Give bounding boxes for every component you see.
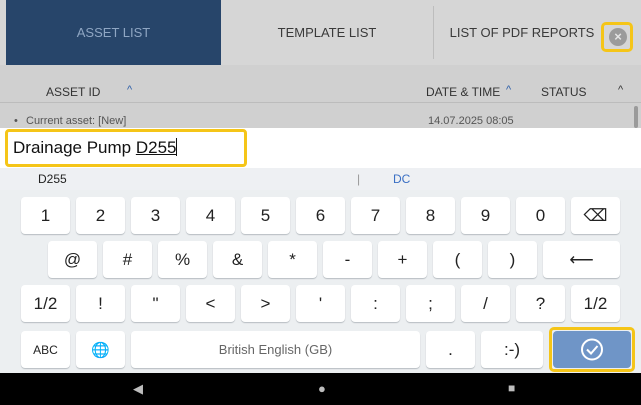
key-exclamation[interactable]: ! — [76, 285, 125, 322]
key-semicolon[interactable]: ; — [406, 285, 455, 322]
partial-row-label: Current asset: [New] — [26, 115, 127, 127]
globe-icon[interactable]: 🌐 — [76, 331, 125, 368]
suggestion-separator: | — [357, 172, 361, 186]
key-percent[interactable]: % — [158, 241, 207, 278]
key-question[interactable]: ? — [516, 285, 565, 322]
asset-name-input[interactable]: Drainage Pump D255 — [5, 129, 247, 167]
key-close-paren[interactable]: ) — [488, 241, 537, 278]
key-apostrophe[interactable]: ' — [296, 285, 345, 322]
enter-icon[interactable]: ⟵ — [543, 241, 620, 278]
column-asset-id[interactable]: ASSET ID — [46, 85, 100, 99]
sort-up-icon[interactable]: ^ — [506, 84, 511, 96]
key-asterisk[interactable]: * — [268, 241, 317, 278]
key-quote[interactable]: " — [131, 285, 180, 322]
suggestion-right[interactable]: DC — [393, 172, 410, 186]
key-8[interactable]: 8 — [406, 197, 455, 234]
key-abc[interactable]: ABC — [21, 331, 70, 368]
suggestion-left[interactable]: D255 — [38, 172, 67, 186]
key-slash[interactable]: / — [461, 285, 510, 322]
key-5[interactable]: 5 — [241, 197, 290, 234]
close-icon[interactable]: × — [609, 28, 627, 46]
collapse-icon[interactable]: ^ — [618, 84, 623, 96]
sort-up-icon[interactable]: ^ — [127, 84, 132, 96]
home-icon[interactable]: ● — [318, 381, 326, 396]
input-composing-text: D255 — [135, 138, 177, 157]
key-page-toggle-right[interactable]: 1/2 — [571, 285, 620, 322]
back-icon[interactable]: ◀ — [133, 381, 143, 397]
checkmark-icon — [581, 338, 603, 361]
tab-template-list[interactable]: TEMPLATE LIST — [221, 0, 433, 65]
key-colon[interactable]: : — [351, 285, 400, 322]
row-bullet: • — [14, 115, 18, 127]
key-page-toggle-left[interactable]: 1/2 — [21, 285, 70, 322]
key-greater-than[interactable]: > — [241, 285, 290, 322]
key-plus[interactable]: + — [378, 241, 427, 278]
space-bar[interactable]: British English (GB) — [131, 331, 420, 368]
text-caret — [176, 138, 178, 156]
key-1[interactable]: 1 — [21, 197, 70, 234]
backspace-icon[interactable]: ⌫ — [571, 197, 620, 234]
header-divider — [0, 102, 641, 103]
done-button[interactable] — [553, 331, 631, 368]
key-0[interactable]: 0 — [516, 197, 565, 234]
input-text: Drainage Pump — [13, 138, 136, 157]
column-status[interactable]: STATUS — [541, 85, 587, 99]
key-7[interactable]: 7 — [351, 197, 400, 234]
tab-asset-list[interactable]: ASSET LIST — [6, 0, 221, 65]
key-minus[interactable]: - — [323, 241, 372, 278]
key-2[interactable]: 2 — [76, 197, 125, 234]
key-4[interactable]: 4 — [186, 197, 235, 234]
key-open-paren[interactable]: ( — [433, 241, 482, 278]
key-period[interactable]: . — [426, 331, 475, 368]
key-6[interactable]: 6 — [296, 197, 345, 234]
scrollbar[interactable] — [634, 106, 638, 128]
key-hash[interactable]: # — [103, 241, 152, 278]
suggestion-bar — [0, 168, 641, 190]
key-emoticon[interactable]: :-) — [481, 331, 543, 368]
column-date-time[interactable]: DATE & TIME — [426, 85, 500, 99]
key-ampersand[interactable]: & — [213, 241, 262, 278]
partial-row-date: 14.07.2025 08:05 — [428, 115, 514, 127]
key-9[interactable]: 9 — [461, 197, 510, 234]
key-less-than[interactable]: < — [186, 285, 235, 322]
recents-icon[interactable]: ■ — [508, 381, 515, 395]
key-3[interactable]: 3 — [131, 197, 180, 234]
key-at[interactable]: @ — [48, 241, 97, 278]
